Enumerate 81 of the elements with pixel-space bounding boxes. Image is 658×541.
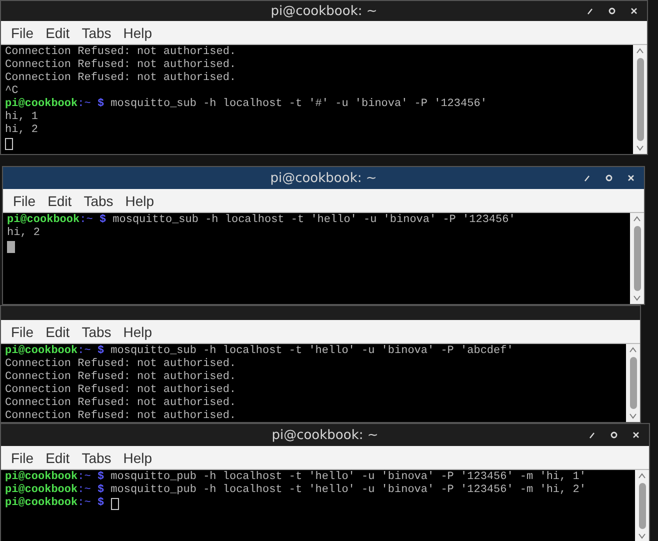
menu-item[interactable]: Edit	[40, 24, 76, 40]
prompt-path: :~	[78, 484, 91, 497]
command-text: mosquitto_sub -h localhost -t 'hello' -u 'binova' -P '123456'	[112, 214, 516, 227]
prompt-sign: $	[97, 497, 104, 510]
menu-item[interactable]: Help	[119, 192, 160, 208]
menu-item[interactable]: Edit	[42, 192, 78, 208]
scroll-down-icon[interactable]	[632, 294, 642, 302]
window-title: pi@cookbook: ~	[270, 170, 377, 186]
window-title: pi@cookbook: ~	[270, 4, 378, 18]
output-line: Connection Refused: not authorised.	[5, 46, 236, 59]
scroll-thumb[interactable]	[630, 357, 636, 409]
close-icon[interactable]	[631, 430, 641, 440]
menu-item[interactable]: Tabs	[76, 450, 118, 466]
prompt-user: pi@cookbook	[5, 484, 78, 497]
menu-item[interactable]: Help	[117, 450, 158, 466]
output-line: Connection Refused: not authorised.	[5, 371, 236, 384]
menu-item[interactable]: Tabs	[76, 24, 118, 40]
close-icon[interactable]	[626, 173, 636, 183]
menu-item[interactable]: Edit	[40, 450, 76, 466]
output-line: hi, 2	[7, 227, 40, 240]
prompt-user: pi@cookbook	[5, 98, 78, 111]
menu-item[interactable]: Tabs	[76, 324, 118, 340]
scroll-down-icon[interactable]	[628, 412, 638, 420]
command-text: mosquitto_sub -h localhost -t '#' -u 'binova' -P '123456'	[110, 98, 487, 111]
text-cursor	[5, 138, 13, 150]
output-line: Connection Refused: not authorised.	[5, 59, 236, 72]
scroll-bar[interactable]	[633, 45, 647, 154]
scroll-down-icon[interactable]	[637, 532, 647, 540]
prompt-sign: $	[97, 345, 104, 358]
scroll-up-icon[interactable]	[632, 215, 642, 223]
output-line: Connection Refused: not authorised.	[5, 358, 236, 371]
scroll-thumb[interactable]	[638, 483, 646, 529]
menu-item[interactable]: File	[5, 450, 40, 466]
prompt-sign: $	[99, 214, 106, 227]
menu-item[interactable]: File	[7, 192, 42, 208]
text-cursor	[7, 240, 15, 252]
prompt-path: :~	[78, 471, 91, 484]
close-icon[interactable]	[629, 6, 639, 16]
prompt-path: :~	[78, 497, 91, 510]
scroll-up-icon[interactable]	[637, 472, 647, 480]
output-line: hi, 2	[5, 124, 38, 137]
output-line: ^C	[5, 85, 18, 98]
command-text: mosquitto_pub -h localhost -t 'hello' -u 'binova' -P '123456' -m 'hi, 2'	[110, 484, 586, 497]
maximize-icon[interactable]	[607, 6, 617, 16]
minimize-icon[interactable]	[585, 6, 595, 16]
prompt-path: :~	[78, 98, 91, 111]
window-title: pi@cookbook: ~	[272, 428, 378, 442]
maximize-icon[interactable]	[604, 173, 614, 183]
menu-item[interactable]: Edit	[40, 324, 76, 340]
output-line: Connection Refused: not authorised.	[5, 72, 236, 85]
menu-item[interactable]: Help	[117, 24, 158, 40]
menu-item[interactable]: File	[5, 24, 40, 40]
output-line: Connection Refused: not authorised.	[5, 384, 236, 397]
maximize-icon[interactable]	[609, 430, 619, 440]
prompt-sign: $	[97, 484, 104, 497]
scroll-bar[interactable]	[635, 470, 649, 541]
menu-item[interactable]: Tabs	[78, 192, 120, 208]
scroll-bar[interactable]	[626, 344, 640, 422]
scroll-up-icon[interactable]	[628, 346, 638, 354]
scroll-thumb[interactable]	[634, 226, 640, 291]
scroll-down-icon[interactable]	[635, 144, 645, 152]
minimize-icon[interactable]	[587, 430, 597, 440]
scroll-up-icon[interactable]	[635, 47, 645, 55]
prompt-sign: $	[97, 471, 104, 484]
scroll-thumb[interactable]	[636, 58, 644, 141]
prompt-user: pi@cookbook	[7, 214, 80, 227]
menu-item[interactable]: File	[5, 324, 40, 340]
output-line: hi, 1	[5, 111, 38, 124]
prompt-user: pi@cookbook	[5, 497, 78, 510]
prompt-sign: $	[97, 98, 104, 111]
prompt-path: :~	[80, 214, 93, 227]
output-line: Connection Refused: not authorised.	[5, 410, 236, 422]
scroll-bar[interactable]	[630, 213, 644, 304]
command-text: mosquitto_sub -h localhost -t 'hello' -u 'binova' -P 'abcdef'	[110, 345, 514, 358]
minimize-icon[interactable]	[582, 173, 592, 183]
prompt-path: :~	[78, 345, 91, 358]
menu-item[interactable]: Help	[117, 324, 158, 340]
prompt-user: pi@cookbook	[5, 471, 78, 484]
command-text: mosquitto_pub -h localhost -t 'hello' -u 'binova' -P '123456' -m 'hi, 1'	[110, 471, 586, 484]
prompt-user: pi@cookbook	[5, 345, 78, 358]
output-line: Connection Refused: not authorised.	[5, 397, 236, 410]
